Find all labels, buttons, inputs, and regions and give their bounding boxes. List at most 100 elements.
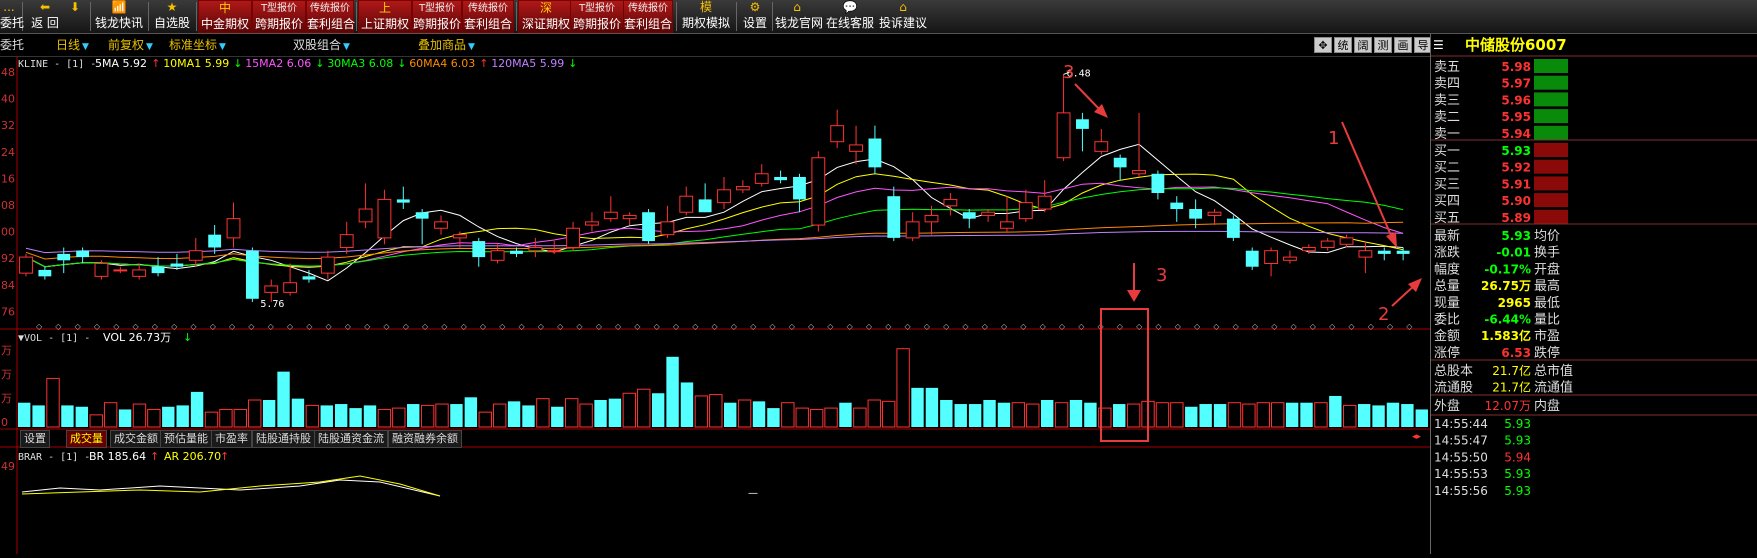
tab-scroll-icon[interactable]: ◂▸ bbox=[1412, 432, 1421, 442]
volume-bar-down bbox=[32, 405, 45, 427]
toolbar-button-4[interactable]: ★ 自选股 bbox=[150, 0, 194, 33]
event-marker-icon: ◇ bbox=[383, 322, 390, 331]
tool-button-4[interactable]: 画 bbox=[1394, 37, 1412, 53]
overlay-dropdown[interactable]: 叠加商品 ▼ bbox=[418, 36, 475, 53]
volume-bar-down bbox=[320, 405, 333, 427]
toolbar-icon: ⌂ bbox=[899, 0, 907, 14]
toolbar-button-14[interactable]: 模期权模拟 bbox=[680, 0, 732, 33]
event-marker-icon: ◇ bbox=[1078, 322, 1085, 331]
kline-chart[interactable]: KLINE - [1] -5MA 5.92 ↑ 10MA1 5.99 ↓ 15MA2 6… bbox=[0, 56, 1430, 554]
adjust-dropdown[interactable]: 前复权 ▼ bbox=[108, 36, 153, 53]
toolbar-button-13[interactable]: 传统报价 套利组合 bbox=[623, 0, 673, 33]
volume-bar-down bbox=[1199, 404, 1212, 427]
indicator-tab[interactable]: 融资融券余额 bbox=[388, 430, 462, 448]
volume-bar-down bbox=[18, 402, 31, 427]
toolbar-icon: 深 bbox=[539, 1, 552, 15]
volume-bar-up bbox=[867, 399, 881, 428]
candle-body-down bbox=[1076, 119, 1089, 129]
indicator-tab[interactable]: 预估量能 bbox=[160, 430, 212, 448]
candle-body-down bbox=[1113, 157, 1127, 168]
indicator-tab[interactable]: 成交量 bbox=[66, 430, 107, 448]
event-marker-icon: ◇ bbox=[480, 322, 487, 331]
volume-bar-up bbox=[622, 392, 637, 428]
toolbar-button-1[interactable]: ⬅ 返 回 bbox=[26, 0, 64, 33]
toolbar-separator bbox=[736, 2, 737, 31]
ma-dir-4: ↑ bbox=[479, 57, 488, 70]
toolbar-button-15[interactable]: ⚙ 设置 bbox=[740, 0, 770, 33]
toolbar-button-0[interactable]: ... 委托 bbox=[0, 0, 24, 33]
ma-legend-4: 60MA4 6.03 bbox=[409, 57, 475, 70]
event-marker-icon: ◇ bbox=[1040, 322, 1047, 331]
event-marker-icon: ◇ bbox=[827, 322, 834, 331]
event-marker-icon: ◇ bbox=[982, 322, 989, 331]
price-axis-label: 40 bbox=[1, 93, 15, 106]
order-button[interactable]: 委托 bbox=[0, 36, 24, 53]
volume-bar-up bbox=[377, 408, 392, 428]
dual-stock-dropdown[interactable]: 双股组合 ▼ bbox=[293, 36, 350, 53]
indicator-tab[interactable]: 陆股通持股 bbox=[252, 430, 315, 448]
indicator-tab[interactable]: 设置 bbox=[20, 430, 50, 448]
toolbar-button-8[interactable]: 上上证期权 bbox=[358, 0, 412, 33]
ma-dir-3: ↓ bbox=[397, 57, 406, 70]
toolbar-label: 期权模拟 bbox=[681, 16, 730, 30]
toolbar-button-12[interactable]: T型报价 跨期报价 bbox=[570, 0, 624, 33]
candle-body-up bbox=[830, 125, 845, 143]
toolbar-button-16[interactable]: ⌂ 钱龙官网 bbox=[775, 0, 823, 33]
candle-body-down bbox=[472, 241, 486, 258]
ask-volume-bar bbox=[1534, 75, 1568, 90]
event-marker-icon: ◇ bbox=[1291, 322, 1298, 331]
event-marker-icon: ◇ bbox=[905, 322, 912, 331]
toolbar-icon: 中 bbox=[218, 1, 231, 15]
axis-dropdown[interactable]: 标准坐标 ▼ bbox=[169, 36, 226, 53]
period-dropdown[interactable]: 日线 ▼ bbox=[56, 36, 89, 53]
chart-panel[interactable]: KLINE - [1] -5MA 5.92 ↑ 10MA1 5.99 ↓ 15MA2 6… bbox=[0, 56, 1430, 554]
toolbar-button-9[interactable]: T型报价 跨期报价 bbox=[412, 0, 462, 33]
ma-legend-2: 15MA2 6.06 bbox=[245, 57, 311, 70]
volume-bar-up bbox=[46, 377, 60, 428]
toolbar-button-11[interactable]: 深深证期权 bbox=[518, 0, 574, 33]
candle-body-up bbox=[717, 189, 731, 204]
tool-button-3[interactable]: 测 bbox=[1374, 37, 1392, 53]
indicator-tab[interactable]: 成交金额 bbox=[110, 430, 162, 448]
price-axis-label: 00 bbox=[1, 226, 15, 239]
period-label: 日线 bbox=[56, 38, 81, 52]
tick-time: 14:55:50 bbox=[1434, 450, 1488, 464]
volume-bar-up bbox=[809, 408, 824, 428]
ask-label: 卖四 bbox=[1434, 77, 1460, 92]
ma-legend-3: 30MA3 6.08 bbox=[327, 57, 393, 70]
volume-bar-down bbox=[968, 404, 982, 427]
toolbar-label: 中金期权 bbox=[200, 17, 249, 31]
indicator-tab[interactable]: 市盈率 bbox=[211, 430, 252, 448]
toolbar-button-5[interactable]: 中中金期权 bbox=[198, 0, 252, 33]
volume-bar-up bbox=[435, 403, 449, 428]
ask-label: 卖三 bbox=[1434, 93, 1460, 108]
toolbar-button-7[interactable]: 传统报价 套利组合 bbox=[306, 0, 355, 33]
toolbar-button-6[interactable]: T型报价 跨期报价 bbox=[252, 0, 306, 33]
toolbar-button-2[interactable]: ⬇ bbox=[62, 0, 88, 33]
vol-dir: ↓ bbox=[183, 331, 192, 344]
tool-button-1[interactable]: 统 bbox=[1334, 37, 1352, 53]
event-marker-icon: ◇ bbox=[422, 322, 429, 331]
event-marker-icon: ◇ bbox=[326, 322, 333, 331]
event-marker-icon: ◇ bbox=[866, 322, 873, 331]
indicator-tab[interactable]: 陆股通资金流 bbox=[314, 430, 388, 448]
toolbar-button-17[interactable]: 💬 在线客服 bbox=[826, 0, 874, 33]
toolbar-button-18[interactable]: ⌂ 投诉建议 bbox=[878, 0, 928, 33]
tool-button-2[interactable]: 阔 bbox=[1354, 37, 1372, 53]
stat-value: -0.17% bbox=[1484, 262, 1531, 276]
candle-body-down bbox=[151, 266, 165, 274]
toolbar-button-10[interactable]: 传统报价 套利组合 bbox=[462, 0, 514, 33]
event-marker-icon: ◇ bbox=[1329, 322, 1336, 331]
volume-bar-down bbox=[911, 387, 924, 427]
volume-bar-up bbox=[781, 402, 795, 428]
volume-bar-down bbox=[1372, 405, 1385, 427]
toolbar-button-3[interactable]: 📶 钱龙快讯 bbox=[92, 0, 146, 33]
dual-stock-label: 双股组合 bbox=[293, 38, 342, 52]
ma-dir-5: ↓ bbox=[568, 57, 577, 70]
candle-body-up bbox=[452, 234, 467, 239]
tick-price: 5.93 bbox=[1504, 417, 1531, 431]
toolbar-separator bbox=[148, 2, 149, 31]
toolbar-label: 投诉建议 bbox=[878, 16, 927, 30]
volume-bar-up bbox=[1256, 402, 1270, 428]
crosshair-button[interactable]: ✥ bbox=[1314, 37, 1332, 53]
